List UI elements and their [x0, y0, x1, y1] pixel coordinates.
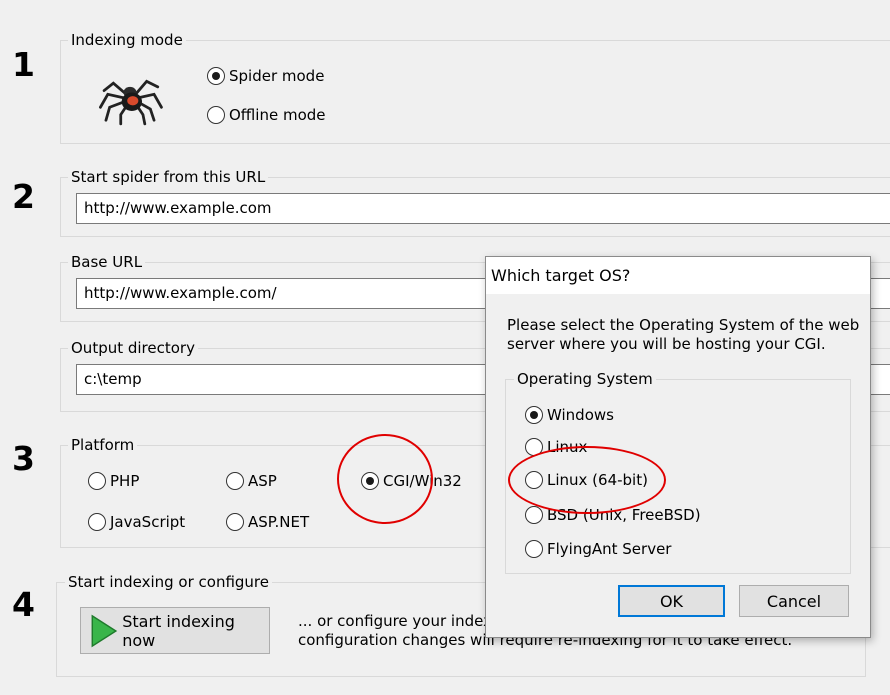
radio-dot	[226, 513, 244, 531]
step-number-1: 1	[12, 45, 35, 84]
annotation-circle-cgi	[337, 434, 433, 524]
os-windows-label: Windows	[547, 406, 614, 424]
start-indexing-label: Start indexing now	[122, 611, 235, 650]
dialog-message-line-1: Please select the Operating System of th…	[507, 316, 860, 334]
os-flyingant-label: FlyingAnt Server	[547, 540, 672, 558]
radio-dot	[88, 472, 106, 490]
annotation-circle-linux-64	[508, 446, 666, 514]
start-url-input[interactable]: http://www.example.com	[76, 193, 890, 224]
operating-system-legend: Operating System	[514, 370, 656, 388]
offline-mode-label: Offline mode	[229, 106, 326, 124]
step-number-3: 3	[12, 439, 35, 478]
base-url-legend: Base URL	[68, 253, 146, 271]
platform-php-radio[interactable]: PHP	[88, 472, 139, 490]
ok-button[interactable]: OK	[618, 585, 725, 617]
dialog-message: Please select the Operating System of th…	[507, 316, 867, 354]
os-flyingant-radio[interactable]: FlyingAnt Server	[525, 540, 671, 558]
dialog-title: Which target OS?	[486, 257, 870, 294]
indexing-mode-group: Indexing mode Spider mode Offline mode	[60, 31, 890, 144]
step-number-4: 4	[12, 585, 35, 624]
radio-dot	[207, 106, 225, 124]
platform-asp-net-label: ASP.NET	[248, 513, 310, 531]
radio-dot	[525, 506, 543, 524]
offline-mode-radio[interactable]: Offline mode	[207, 106, 326, 124]
cancel-button[interactable]: Cancel	[739, 585, 849, 617]
platform-asp-net-radio[interactable]: ASP.NET	[226, 513, 309, 531]
dialog-message-line-2: server where you will be hosting your CG…	[507, 335, 826, 353]
radio-dot	[226, 472, 244, 490]
platform-asp-label: ASP	[248, 472, 277, 490]
platform-javascript-radio[interactable]: JavaScript	[88, 513, 185, 531]
play-arrow-icon	[91, 614, 118, 647]
spider-mode-radio[interactable]: Spider mode	[207, 67, 324, 85]
platform-php-label: PHP	[110, 472, 140, 490]
radio-dot	[88, 513, 106, 531]
radio-dot	[207, 67, 225, 85]
platform-legend: Platform	[68, 436, 138, 454]
start-indexing-legend: Start indexing or configure	[65, 573, 272, 591]
start-indexing-button[interactable]: Start indexing now	[80, 607, 270, 654]
step-number-2: 2	[12, 177, 35, 216]
platform-asp-radio[interactable]: ASP	[226, 472, 277, 490]
spider-mode-label: Spider mode	[229, 67, 325, 85]
indexing-mode-legend: Indexing mode	[68, 31, 186, 49]
output-directory-legend: Output directory	[68, 339, 198, 357]
target-os-dialog: Which target OS? Please select the Opera…	[485, 256, 871, 638]
radio-dot	[525, 406, 543, 424]
start-url-legend: Start spider from this URL	[68, 168, 269, 186]
radio-dot	[525, 540, 543, 558]
spider-icon	[99, 79, 163, 126]
os-windows-radio[interactable]: Windows	[525, 406, 614, 424]
platform-javascript-label: JavaScript	[110, 513, 186, 531]
